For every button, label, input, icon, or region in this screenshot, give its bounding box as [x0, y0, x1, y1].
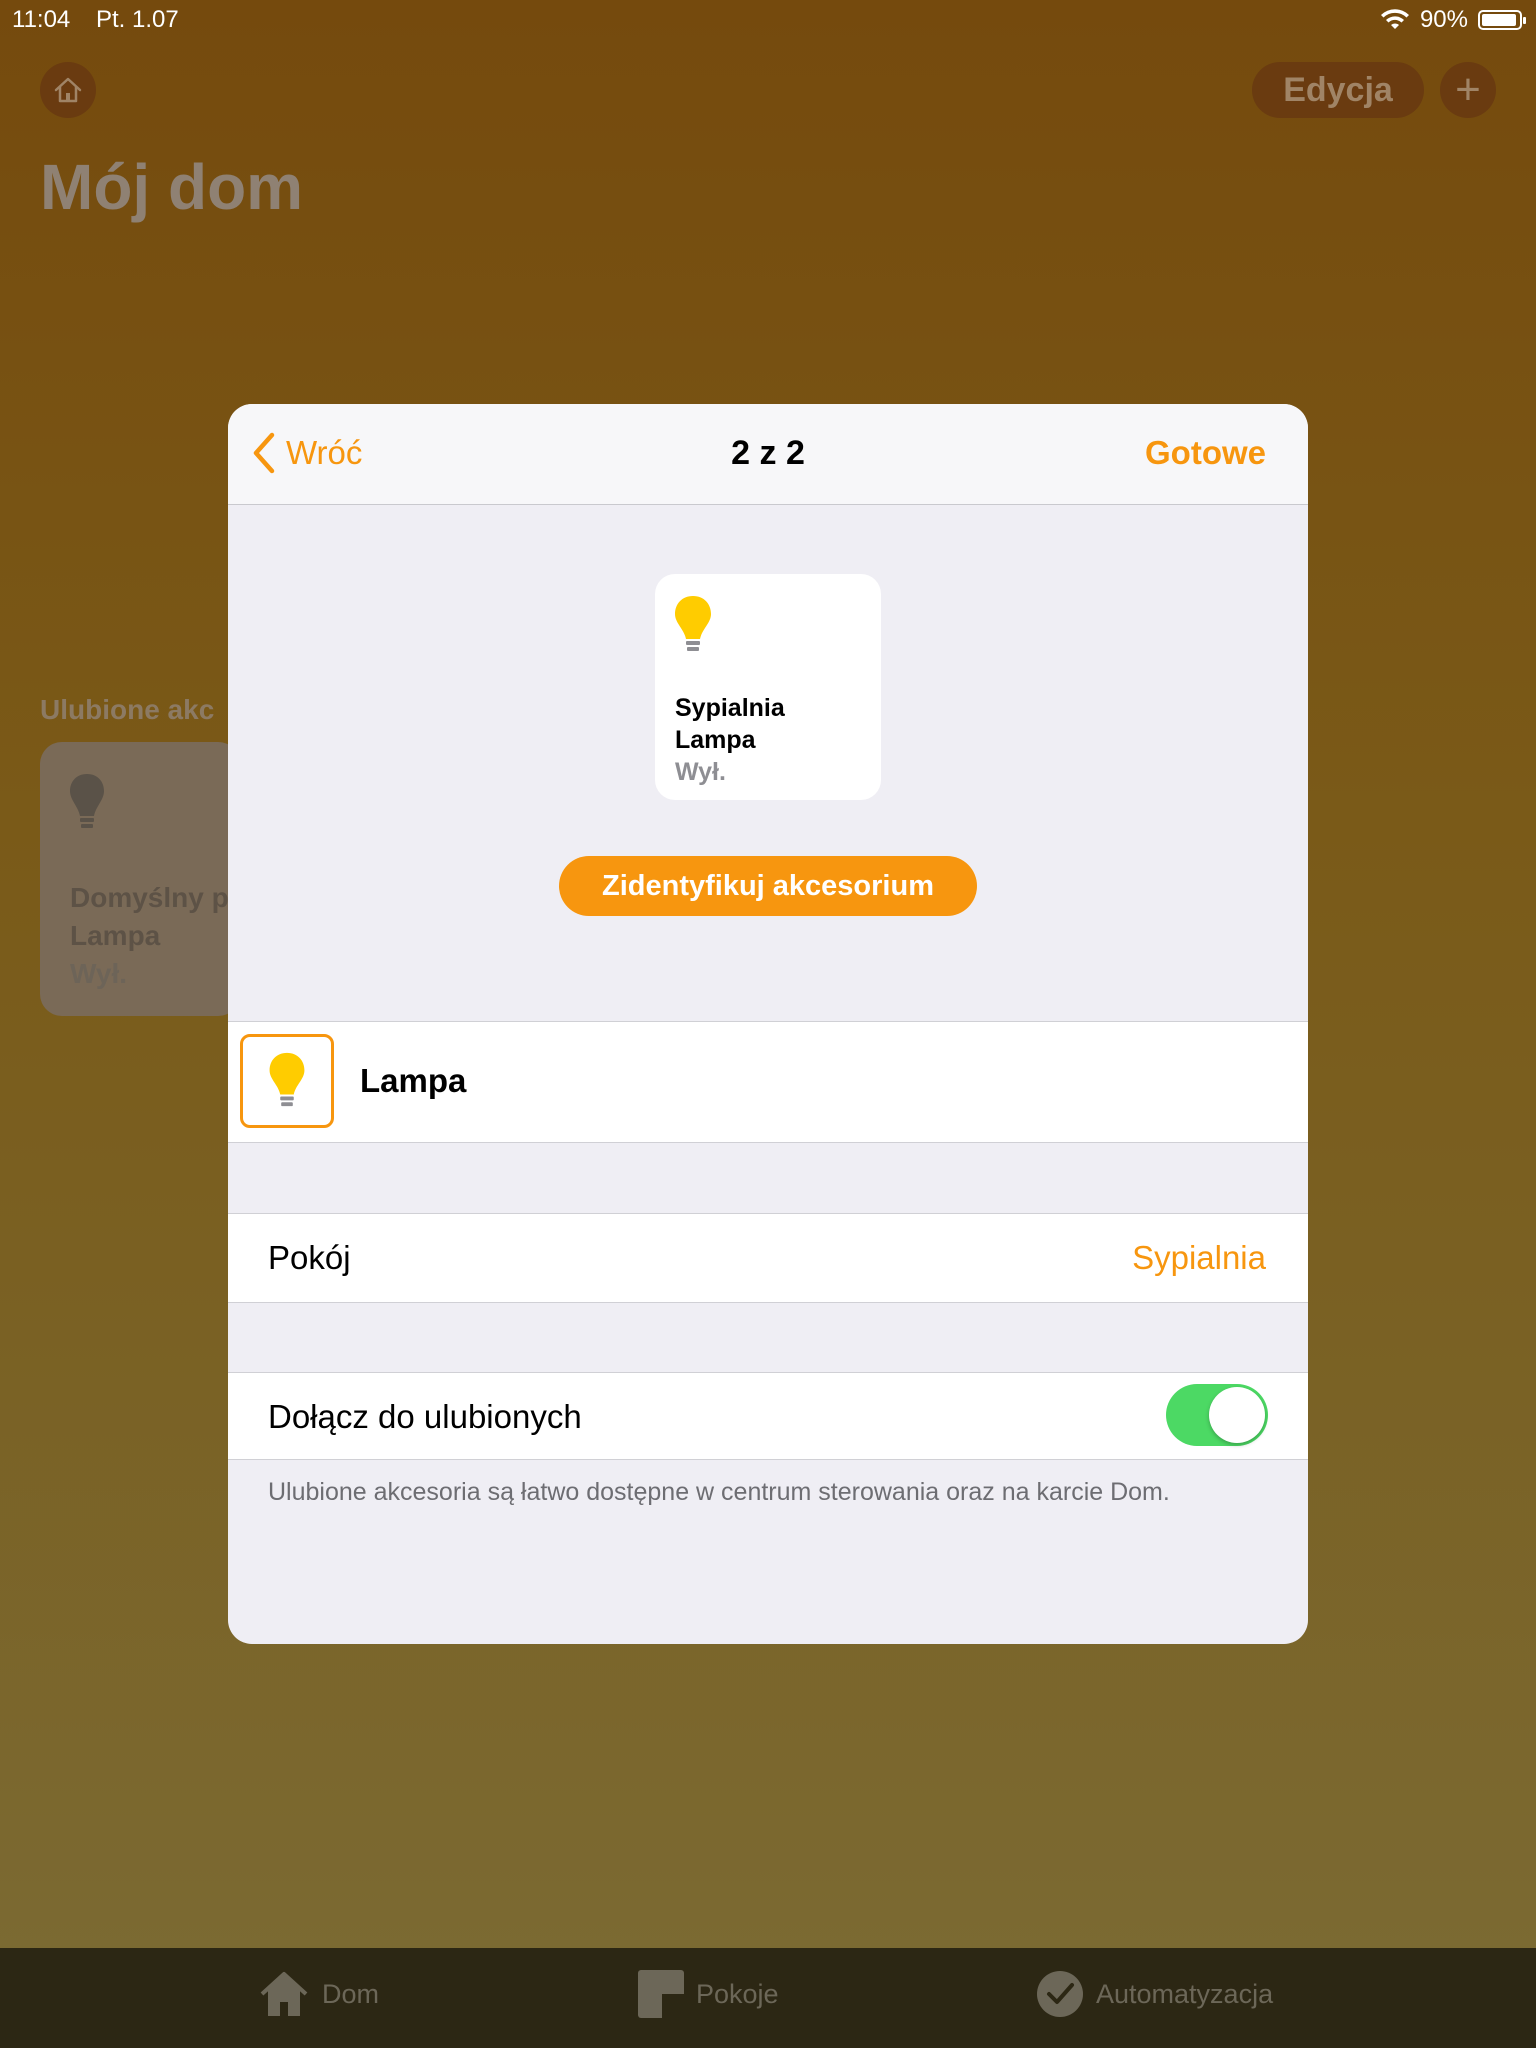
room-label: Pokój: [268, 1239, 351, 1276]
accessory-preview-tile: Sypialnia Lampa Wył.: [655, 574, 881, 800]
accessory-name-field[interactable]: Lampa: [360, 1062, 466, 1100]
tab-automation-label: Automatyzacja: [1096, 1978, 1274, 2009]
battery-icon: [1478, 10, 1526, 30]
lightbulb-icon: [70, 774, 104, 828]
battery-percent: 90%: [1419, 6, 1468, 33]
accessory-name-row[interactable]: Lampa: [228, 1021, 1308, 1143]
favorites-row: Dołącz do ulubionych: [228, 1372, 1308, 1460]
tab-rooms[interactable]: Pokoje: [638, 1970, 779, 2018]
room-value[interactable]: Sypialnia: [1132, 1239, 1266, 1277]
accessory-icon-picker[interactable]: [240, 1034, 334, 1128]
house-outline-icon: [54, 77, 82, 103]
edit-button[interactable]: Edycja: [1252, 62, 1424, 118]
preview-state: Wył.: [675, 758, 726, 786]
status-indicators: 90%: [1380, 6, 1526, 34]
tile-name: Lampa: [70, 920, 161, 951]
status-date: Pt. 1.07: [96, 6, 179, 33]
rooms-icon: [638, 1970, 684, 2018]
favorite-accessory-tile[interactable]: Domyślny p Lampa Wył.: [40, 742, 240, 1016]
lightbulb-icon: [675, 596, 711, 651]
tab-home[interactable]: Dom: [258, 1970, 379, 2018]
favorites-section-label: Ulubione akc: [40, 694, 215, 725]
favorites-toggle[interactable]: [1166, 1384, 1268, 1446]
tab-bar: Dom Pokoje Automatyzacja: [0, 1948, 1536, 2048]
lightbulb-icon: [269, 1052, 305, 1107]
wifi-icon: [1380, 9, 1409, 29]
favorites-footnote: Ulubione akcesoria są łatwo dostępne w c…: [268, 1478, 1170, 1506]
add-button[interactable]: +: [1440, 62, 1496, 118]
toggle-knob: [1209, 1387, 1265, 1443]
accessory-settings-modal: Wróć 2 z 2 Gotowe Sypialnia Lampa Wył. Z…: [228, 404, 1308, 1644]
preview-name: Lampa: [675, 726, 756, 754]
automation-icon: [1037, 1971, 1083, 2017]
home-settings-button[interactable]: [40, 62, 96, 118]
status-bar: 11:04 Pt. 1.07 90%: [0, 0, 1536, 40]
identify-accessory-button[interactable]: Zidentyfikuj akcesorium: [559, 856, 977, 916]
tab-automation[interactable]: Automatyzacja: [1036, 1970, 1273, 2018]
page-title: Mój dom: [40, 151, 304, 223]
room-row[interactable]: Pokój Sypialnia: [228, 1213, 1308, 1303]
tile-room: Domyślny p: [70, 882, 229, 913]
preview-room: Sypialnia: [675, 694, 785, 722]
tile-state: Wył.: [70, 958, 128, 989]
modal-header: Wróć 2 z 2 Gotowe: [228, 404, 1308, 505]
favorites-label: Dołącz do ulubionych: [268, 1398, 582, 1435]
tab-home-label: Dom: [322, 1978, 380, 2009]
status-time: 11:04: [12, 6, 71, 33]
house-icon: [260, 1972, 308, 2016]
tab-rooms-label: Pokoje: [696, 1978, 779, 2009]
done-button[interactable]: Gotowe: [1145, 434, 1266, 472]
